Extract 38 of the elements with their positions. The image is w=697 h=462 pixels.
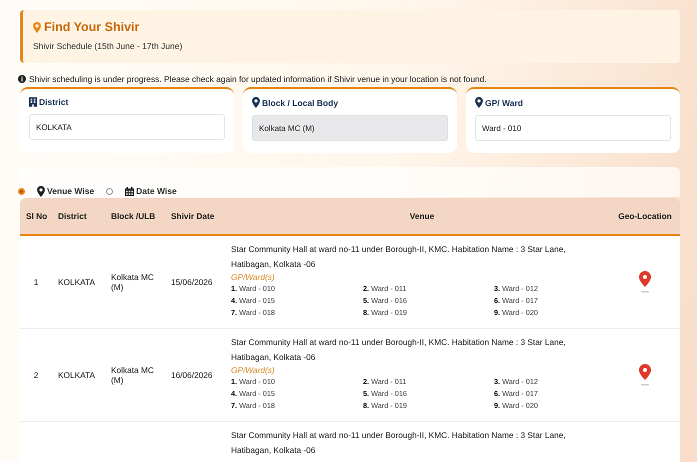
location-pin-icon xyxy=(252,97,260,108)
notice-text: Shivir scheduling is under progress. Please check again for updated information if Shivir venue in your location is not found. xyxy=(29,74,487,84)
column-header: District xyxy=(57,211,88,221)
table-cell-text: Kolkata MC (M) xyxy=(111,365,155,385)
column-header: Sl No xyxy=(25,211,48,221)
table-cell-text: Kolkata MC (M) xyxy=(111,272,155,292)
location-pin-icon xyxy=(33,22,41,32)
table-cell: 16/06/2026 xyxy=(171,370,213,380)
page-title: Find Your Shivir xyxy=(44,20,140,34)
venue-text: Star Community Hall at ward no-11 under Borough-II, KMC. Habitation Name : 3 Star Lane, Hatibagan, Kolkata -06 xyxy=(231,429,567,457)
table-cell: KOLKATA xyxy=(58,370,96,380)
map-pin-icon[interactable] xyxy=(639,271,651,293)
input-field[interactable]: KOLKATA xyxy=(29,114,225,140)
venue-text: Star Community Hall at ward no-11 under Borough-II, KMC. Habitation Name : 3 Star Lane, Hatibagan, Kolkata -06 xyxy=(231,243,567,271)
wards-label: GP/Ward(s) xyxy=(231,365,276,375)
location-pin-icon xyxy=(37,186,45,196)
column-header: Block /ULB xyxy=(110,211,156,221)
info-icon xyxy=(18,75,26,83)
radio-label[interactable]: Venue Wise xyxy=(47,186,94,196)
field-label: Block / Local Body xyxy=(262,98,338,108)
venue-text: Star Community Hall at ward no-11 under Borough-II, KMC. Habitation Name : 3 Star Lane, Hatibagan, Kolkata -06 xyxy=(231,336,567,364)
table-cell: KOLKATA xyxy=(58,277,96,287)
page-subtitle: Shivir Schedule (15th June - 17th June) xyxy=(33,41,184,51)
column-header: Venue xyxy=(408,211,436,221)
table-cell: 1 xyxy=(34,277,38,287)
table-cell: 2 xyxy=(34,370,38,380)
input-field[interactable]: Ward - 010 xyxy=(475,115,671,141)
column-header: Shivir Date xyxy=(170,211,216,221)
field-label: GP/ Ward xyxy=(485,98,523,108)
column-header: Geo-Location xyxy=(617,211,673,221)
map-pin-icon[interactable] xyxy=(639,364,651,386)
location-pin-icon xyxy=(475,97,483,108)
building-icon xyxy=(29,97,37,107)
wards-label: GP/Ward(s) xyxy=(231,272,276,282)
table-cell: 15/06/2026 xyxy=(171,277,213,287)
calendar-icon xyxy=(125,186,134,196)
field-label: District xyxy=(39,97,68,107)
radio-label[interactable]: Date Wise xyxy=(136,186,177,196)
